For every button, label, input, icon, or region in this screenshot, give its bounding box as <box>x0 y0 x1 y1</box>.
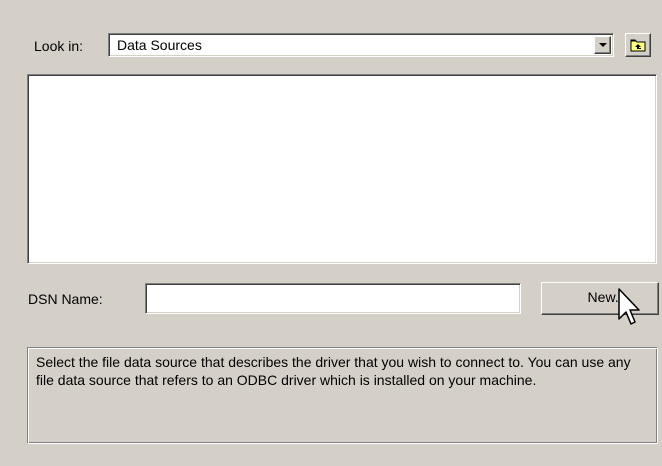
dsn-name-label: DSN Name: <box>28 291 103 307</box>
folder-up-icon <box>630 39 646 52</box>
up-one-level-button[interactable] <box>625 33 651 57</box>
chevron-down-icon <box>599 43 607 47</box>
file-data-source-list[interactable] <box>27 74 657 264</box>
dsn-name-input[interactable] <box>145 283 521 314</box>
mouse-cursor-icon <box>618 288 640 325</box>
description-box: Select the file data source that describ… <box>27 347 658 444</box>
description-text: Select the file data source that describ… <box>36 354 631 388</box>
look-in-label: Look in: <box>34 38 84 54</box>
look-in-dropdown[interactable]: Data Sources <box>108 33 614 57</box>
dropdown-arrow-button[interactable] <box>594 36 611 54</box>
new-button[interactable]: New... <box>541 282 659 315</box>
look-in-value: Data Sources <box>117 37 202 53</box>
